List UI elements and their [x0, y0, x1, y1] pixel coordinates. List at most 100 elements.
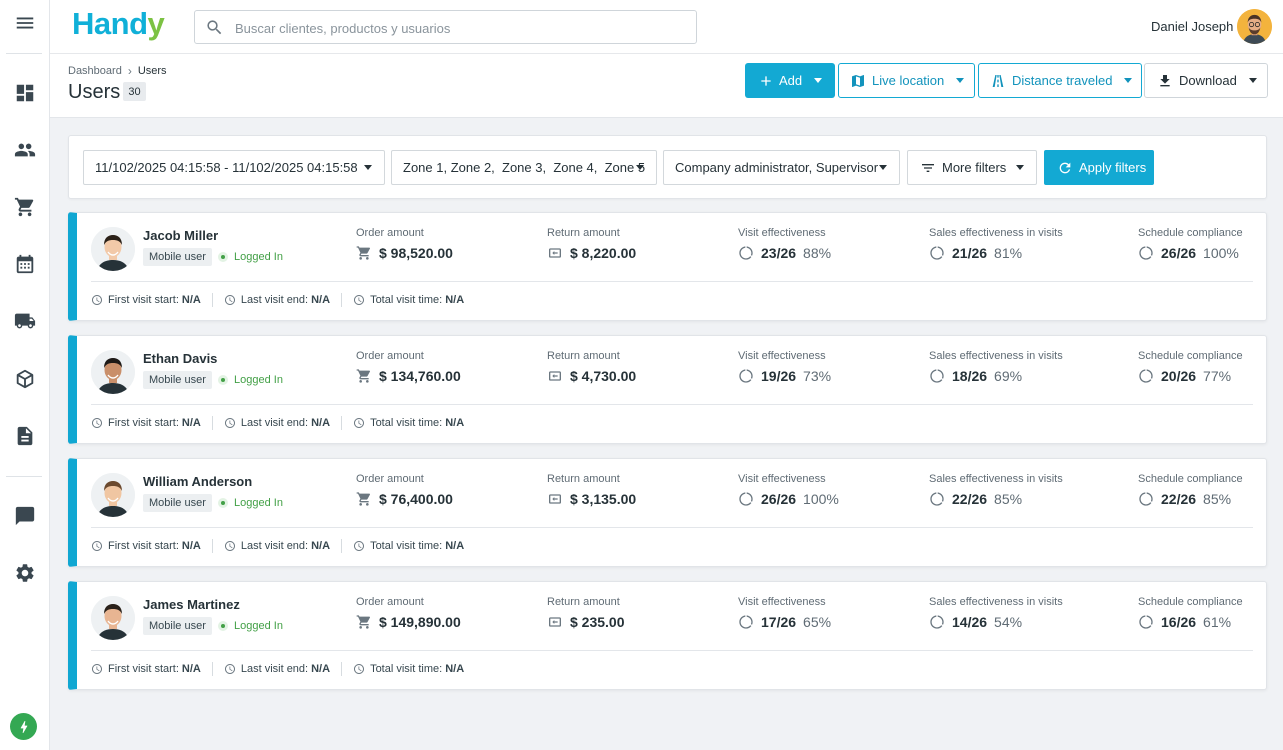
search-box[interactable]: [194, 10, 697, 44]
menu-icon[interactable]: [11, 9, 39, 37]
chevron-down-icon: [1124, 78, 1133, 83]
zones-select[interactable]: Zone 1, Zone 2, Zone 3, Zone 4, Zone 5: [391, 150, 657, 185]
clock-icon: [92, 295, 102, 305]
user-avatar: [91, 596, 135, 640]
box-icon[interactable]: [11, 365, 39, 393]
user-name[interactable]: James Martinez: [143, 597, 240, 612]
order-amount-metric: Order amount $ 134,760.00: [356, 350, 461, 384]
live-location-button[interactable]: Live location: [838, 63, 975, 98]
status-dot-icon: [218, 498, 228, 508]
gear-icon[interactable]: [11, 559, 39, 587]
cart-icon: [356, 369, 371, 383]
dashboard-icon[interactable]: [11, 79, 39, 107]
order-amount-metric: Order amount $ 76,400.00: [356, 473, 453, 507]
status-indicator: Logged In: [218, 374, 283, 386]
total-visit-label: Total visit time:: [370, 663, 443, 675]
sidebar-divider: [6, 53, 42, 54]
clock-icon: [354, 541, 365, 551]
visit-times: First visit start: N/A Last visit end: N/A…: [91, 293, 464, 307]
chevron-right-icon: ›: [127, 64, 132, 78]
role-badge: Mobile user: [143, 617, 212, 635]
clock-icon: [224, 418, 235, 428]
search-input[interactable]: [235, 18, 675, 38]
return-amount-metric: Return amount $ 4,730.00: [547, 350, 636, 384]
divider: [211, 539, 213, 553]
distance-traveled-button[interactable]: Distance traveled: [978, 63, 1142, 98]
document-icon[interactable]: [11, 422, 39, 450]
sales-effectiveness-value: 21/26: [952, 245, 988, 261]
clock-icon: [224, 541, 235, 551]
users-count-badge: 30: [123, 82, 146, 101]
cart-icon[interactable]: [11, 193, 39, 221]
bolt-icon[interactable]: [10, 713, 37, 740]
apply-filters-button[interactable]: Apply filters: [1044, 150, 1154, 185]
return-amount-value: $ 235.00: [570, 614, 625, 630]
add-button-label: Add: [779, 73, 803, 88]
sales-effectiveness-percent: 54%: [994, 614, 1023, 630]
top-bar: Handy Daniel Joseph: [50, 0, 1283, 54]
user-card[interactable]: William Anderson Mobile user Logged In O…: [68, 458, 1267, 567]
chat-icon[interactable]: [11, 502, 39, 530]
role-badge: Mobile user: [143, 371, 212, 389]
sales-effectiveness-value: 14/26: [952, 614, 988, 630]
divider: [211, 293, 213, 307]
schedule-compliance-label: Schedule compliance: [1138, 350, 1243, 362]
return-icon: [549, 248, 561, 258]
last-visit-label: Last visit end:: [240, 663, 309, 675]
first-visit-label: First visit start:: [108, 663, 179, 675]
add-button[interactable]: Add: [745, 63, 835, 98]
divider: [341, 539, 343, 553]
calendar-icon[interactable]: [11, 250, 39, 278]
user-name[interactable]: Ethan Davis: [143, 351, 217, 366]
schedule-compliance-percent: 77%: [1203, 368, 1232, 384]
total-visit-value: N/A: [445, 294, 465, 306]
live-location-label: Live location: [872, 73, 945, 88]
current-user-avatar[interactable]: [1237, 9, 1272, 44]
user-name[interactable]: Jacob Miller: [143, 228, 218, 243]
divider: [341, 293, 343, 307]
visit-effectiveness-label: Visit effectiveness: [738, 227, 826, 239]
visit-effectiveness-percent: 100%: [803, 491, 839, 507]
date-range-select[interactable]: 11/102/2025 04:15:58 - 11/102/2025 04:15…: [83, 150, 385, 185]
visit-effectiveness-percent: 65%: [803, 614, 832, 630]
download-button[interactable]: Download: [1144, 63, 1268, 98]
user-avatar: [91, 227, 135, 271]
return-amount-value: $ 4,730.00: [570, 368, 637, 384]
sales-effectiveness-metric: Sales effectiveness in visits 18/26 69%: [929, 350, 1063, 384]
first-visit-value: N/A: [181, 294, 201, 306]
card-divider: [91, 404, 1253, 405]
order-amount-label: Order amount: [356, 227, 424, 239]
filter-icon: [922, 163, 934, 172]
current-user-name[interactable]: Daniel Joseph: [1151, 19, 1233, 34]
roles-select[interactable]: Company administrator, Supervisor: [663, 150, 900, 185]
chevron-down-icon: [364, 165, 372, 170]
apply-filters-label: Apply filters: [1079, 160, 1147, 175]
page-header: Dashboard › Users Users 30 Add Live loca…: [50, 54, 1283, 118]
divider: [341, 662, 343, 676]
visit-effectiveness-label: Visit effectiveness: [738, 473, 826, 485]
visit-effectiveness-metric: Visit effectiveness 26/26 100%: [738, 473, 839, 507]
distance-traveled-label: Distance traveled: [1012, 73, 1113, 88]
total-visit-label: Total visit time:: [370, 540, 443, 552]
status-indicator: Logged In: [218, 251, 283, 263]
user-card[interactable]: Jacob Miller Mobile user Logged In Order…: [68, 212, 1267, 321]
user-card[interactable]: James Martinez Mobile user Logged In Ord…: [68, 581, 1267, 690]
users-icon[interactable]: [11, 136, 39, 164]
breadcrumb-dashboard[interactable]: Dashboard: [68, 65, 122, 77]
app-logo[interactable]: Handy: [72, 6, 165, 42]
status-label: Logged In: [234, 620, 283, 632]
return-amount-label: Return amount: [547, 227, 620, 239]
visit-times: First visit start: N/A Last visit end: N/A…: [91, 539, 464, 553]
status-label: Logged In: [234, 374, 283, 386]
truck-icon[interactable]: [11, 307, 39, 335]
user-card[interactable]: Ethan Davis Mobile user Logged In Order …: [68, 335, 1267, 444]
status-dot-icon: [218, 375, 228, 385]
status-dot-icon: [218, 252, 228, 262]
sales-effectiveness-percent: 85%: [994, 491, 1023, 507]
user-name[interactable]: William Anderson: [143, 474, 252, 489]
schedule-compliance-percent: 100%: [1203, 245, 1239, 261]
schedule-compliance-label: Schedule compliance: [1138, 227, 1243, 239]
more-filters-button[interactable]: More filters: [907, 150, 1037, 185]
role-badge: Mobile user: [143, 494, 212, 512]
visit-effectiveness-value: 19/26: [761, 368, 797, 384]
